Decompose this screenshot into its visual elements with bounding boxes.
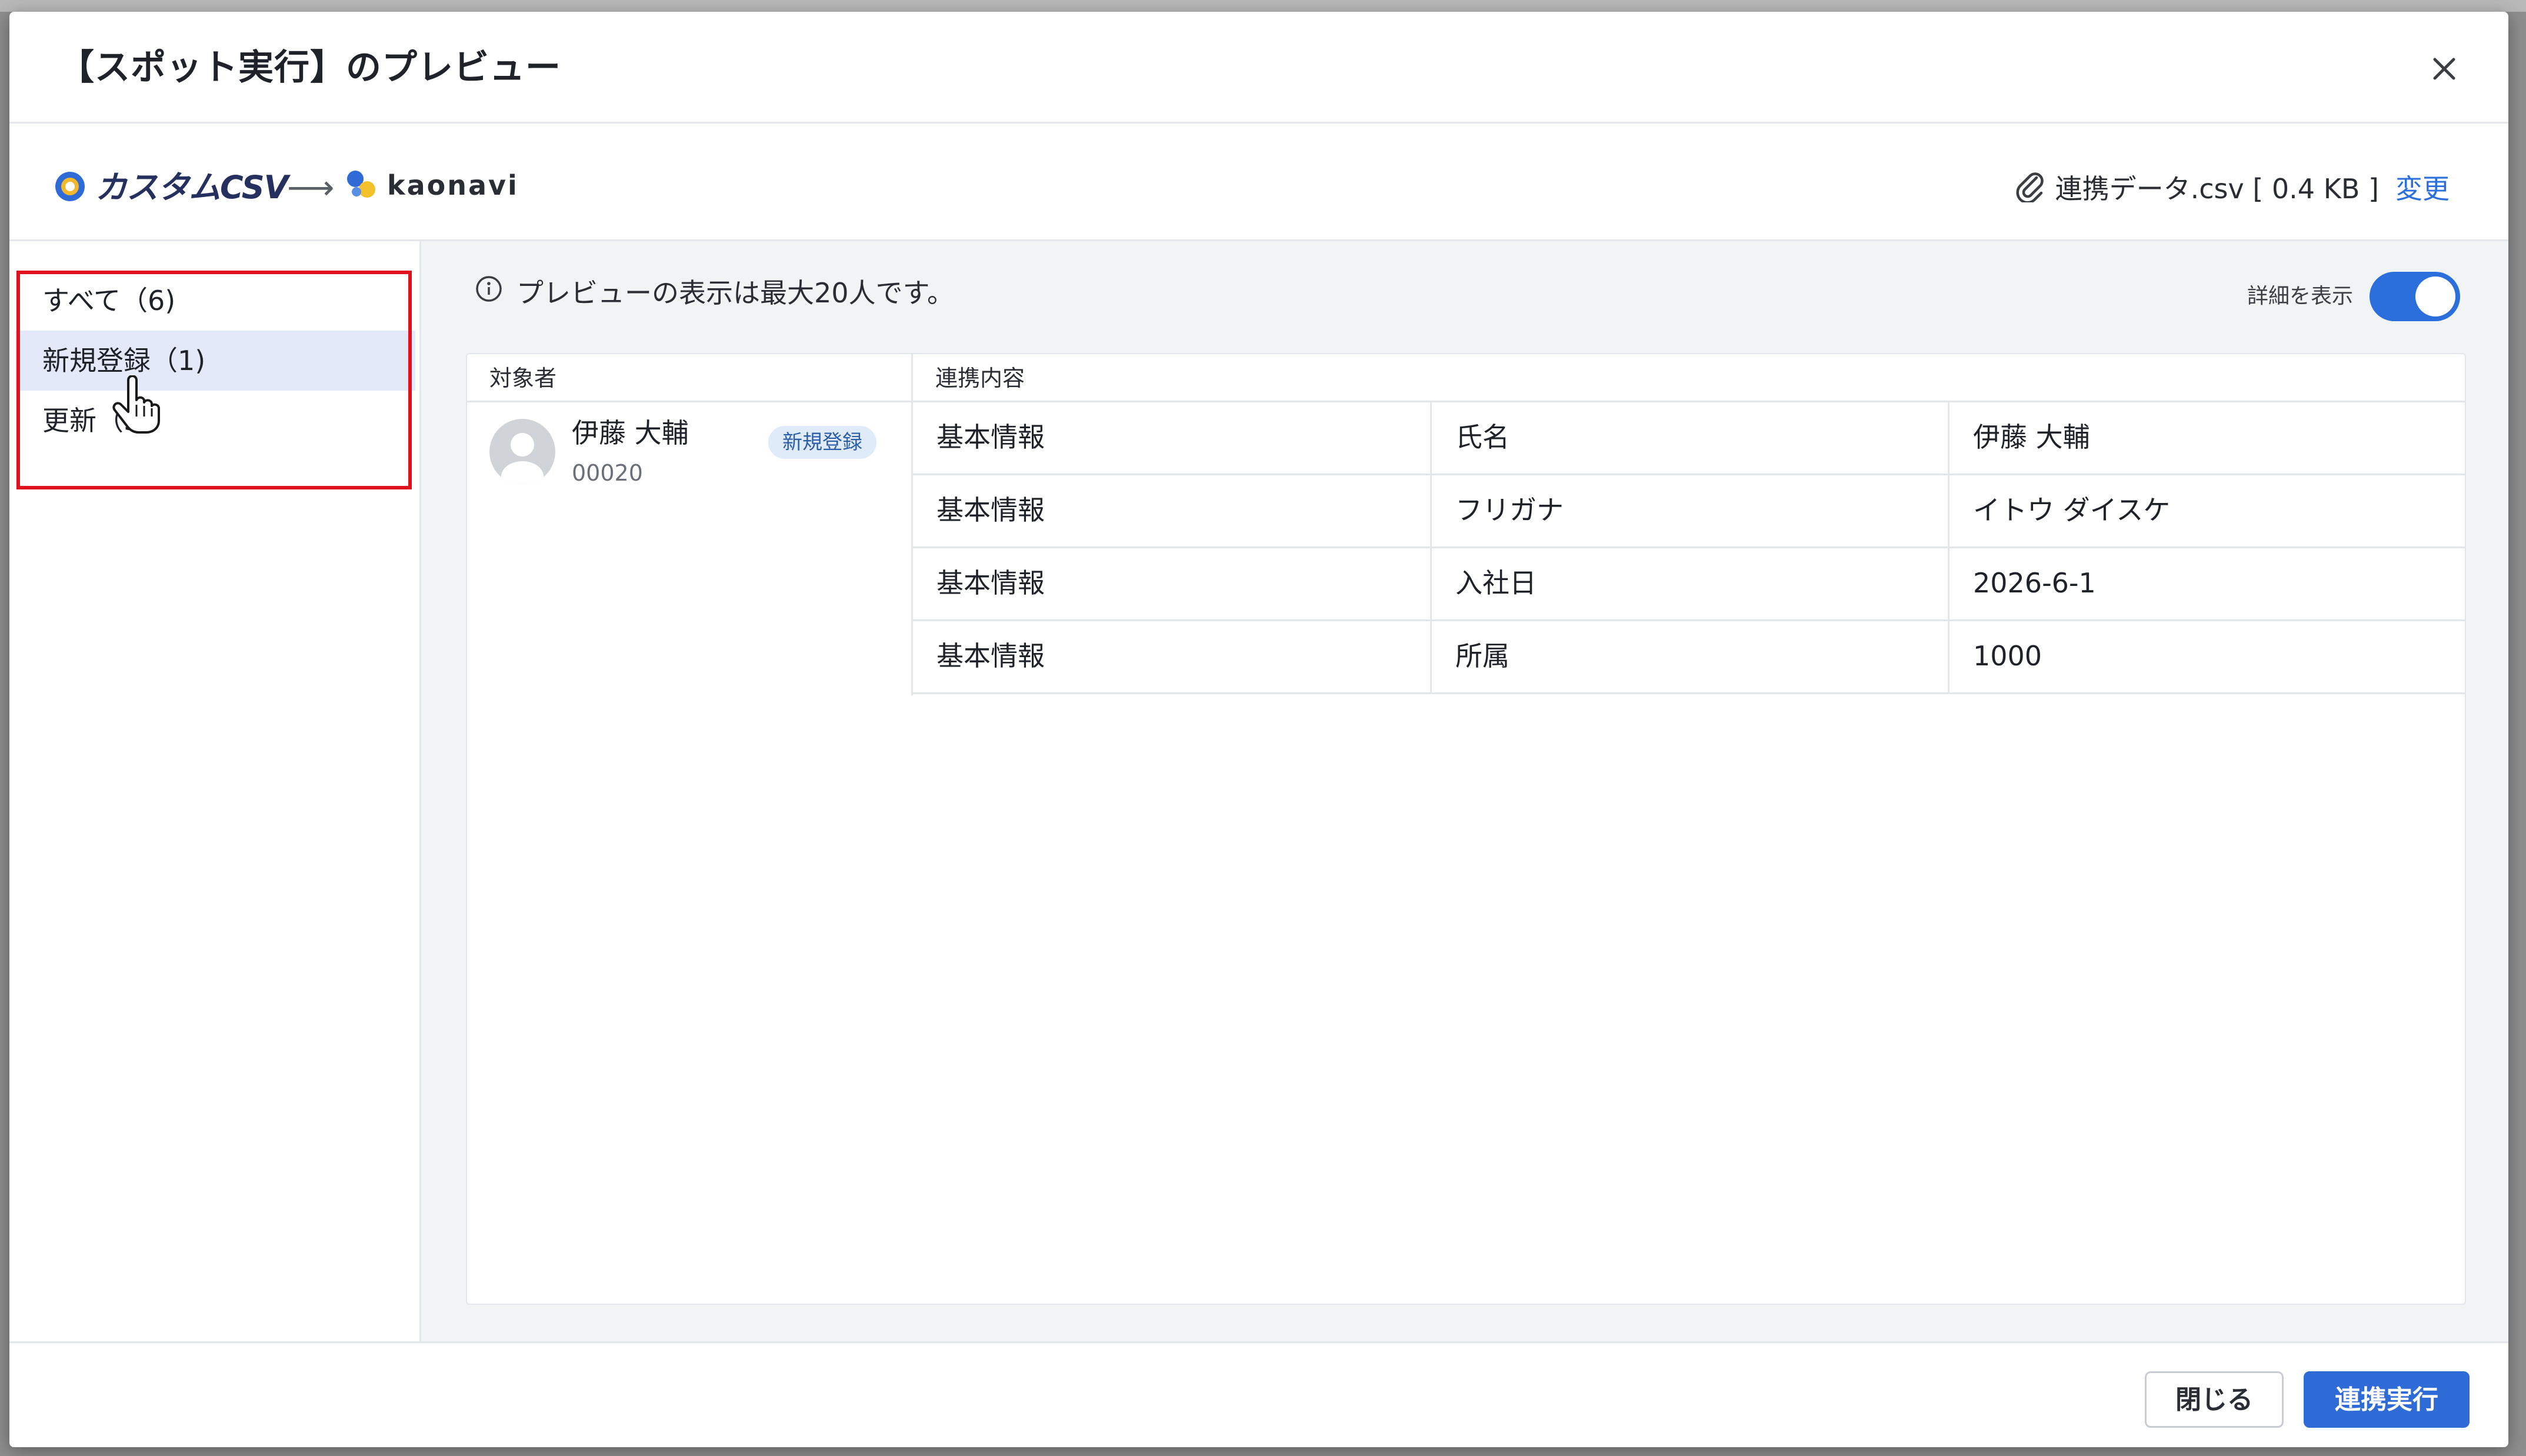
show-details-toggle[interactable]	[2370, 272, 2460, 321]
preview-notice: プレビューの表示は最大20人です。	[474, 274, 954, 312]
notice-text: プレビューの表示は最大20人です。	[516, 277, 954, 309]
detail-toggle-label: 詳細を表示	[2247, 284, 2353, 308]
page-backdrop	[0, 0, 2526, 12]
custom-csv-logo-icon	[53, 169, 87, 206]
value-cell: イトウ ダイスケ	[1973, 494, 2171, 526]
avatar	[489, 419, 555, 485]
category-cell: 基本情報	[913, 475, 1432, 548]
preview-table: 対象者 連携内容 伊藤 大輔 00020 新規登録 基本情報 氏名 伊藤 大輔 …	[466, 353, 2466, 1305]
category-cell: 基本情報	[913, 402, 1432, 475]
table-row: 基本情報 入社日 2026-6-1	[913, 548, 2466, 621]
dialog-header: 【スポット実行】のプレビュー	[9, 12, 2508, 124]
source-app: カスタムCSV	[53, 169, 288, 206]
destination-app: kaonavi	[344, 166, 519, 205]
person-id: 00020	[572, 460, 643, 486]
field-cell: 所属	[1432, 621, 1950, 694]
kaonavi-logo-icon	[344, 166, 380, 205]
value-cell: 伊藤 大輔	[1973, 421, 2090, 453]
field-cell: フリガナ	[1432, 475, 1950, 548]
table-header: 対象者 連携内容	[467, 354, 2465, 402]
field-cell: 氏名	[1432, 402, 1950, 475]
filter-sidebar: すべて（6) 新規登録（1) 更新（5)	[9, 241, 421, 1341]
paperclip-icon	[2013, 167, 2045, 211]
close-button[interactable]: 閉じる	[2145, 1371, 2284, 1428]
dialog-footer: 閉じる 連携実行	[9, 1341, 2508, 1447]
value-cell: 2026-6-1	[1973, 567, 2096, 599]
info-icon	[474, 274, 504, 312]
status-badge: 新規登録	[768, 426, 877, 459]
run-integration-button[interactable]: 連携実行	[2304, 1371, 2470, 1428]
close-icon[interactable]	[2424, 48, 2465, 89]
source-label: カスタムCSV	[95, 169, 288, 206]
preview-main: プレビューの表示は最大20人です。 詳細を表示 対象者 連携内容 伊藤 大輔 0…	[421, 241, 2508, 1341]
table-row: 基本情報 所属 1000	[913, 621, 2466, 694]
subject-cell: 伊藤 大輔 00020 新規登録	[467, 402, 913, 695]
attached-file: 連携データ.csv [ 0.4 KB ] 変更	[2013, 167, 2450, 211]
table-row: 基本情報 フリガナ イトウ ダイスケ	[913, 475, 2466, 548]
value-cell: 1000	[1973, 640, 2042, 672]
column-header-content: 連携内容	[935, 365, 1025, 391]
person-name: 伊藤 大輔	[572, 417, 689, 449]
file-name: 連携データ.csv [ 0.4 KB ]	[2055, 173, 2379, 205]
field-cell: 入社日	[1432, 548, 1950, 621]
change-file-link[interactable]: 変更	[2395, 171, 2450, 206]
category-cell: 基本情報	[913, 548, 1432, 621]
dialog-title: 【スポット実行】のプレビュー	[59, 47, 561, 88]
table-row: 基本情報 氏名 伊藤 大輔	[913, 402, 2466, 475]
destination-label: kaonavi	[387, 169, 519, 201]
annotation-highlight-box	[16, 271, 412, 489]
column-header-subject: 対象者	[467, 354, 913, 402]
integration-bar: カスタムCSV ⟶ kaonavi 連携データ.csv [ 0.4 KB ] 変…	[9, 124, 2508, 241]
preview-dialog: 【スポット実行】のプレビュー カスタムCSV ⟶ kaonavi 連携データ.c…	[9, 12, 2508, 1447]
detail-toggle-group: 詳細を表示	[2247, 272, 2460, 321]
toggle-knob	[2415, 276, 2455, 316]
hand-pointer-cursor-icon	[111, 375, 160, 434]
category-cell: 基本情報	[913, 621, 1432, 694]
arrow-right-icon: ⟶	[287, 169, 335, 207]
